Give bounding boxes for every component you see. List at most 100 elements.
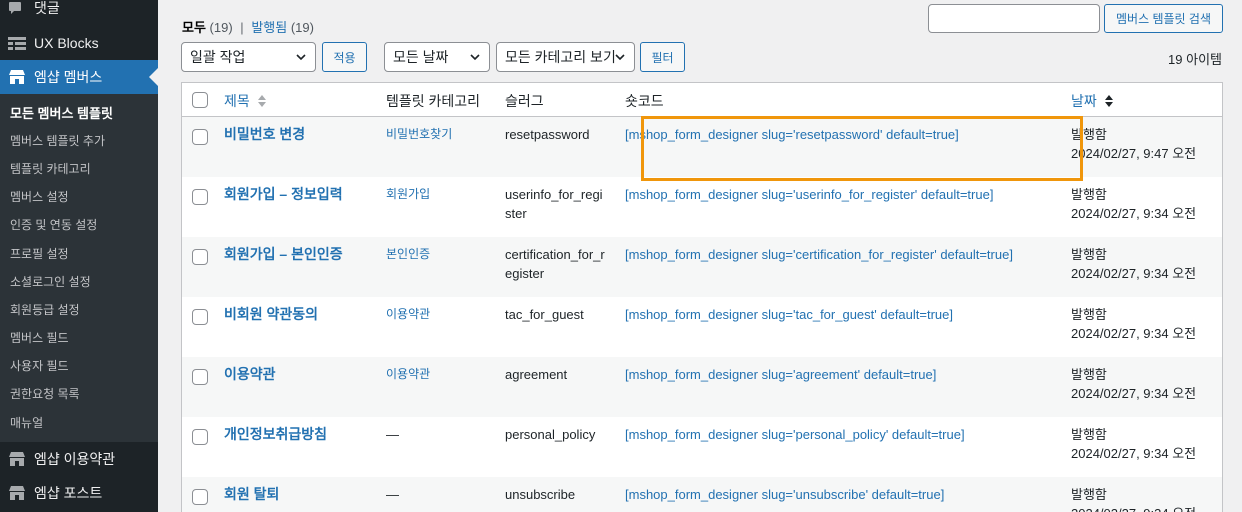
row-datetime: 2024/02/27, 9:47 오전 xyxy=(1071,146,1197,161)
admin-sidebar: 댓글 UX Blocks 엠샵 멤버스 모든 멤버스 템플릿 멤버스 템플릿 추… xyxy=(0,0,158,512)
row-slug: unsubscribe xyxy=(505,487,576,502)
row-status: 발행함 xyxy=(1071,427,1107,442)
submenu-item[interactable]: 회원등급 설정 xyxy=(0,295,158,323)
submenu-item[interactable]: 소셜로그인 설정 xyxy=(0,267,158,295)
row-status: 발행함 xyxy=(1071,247,1107,262)
sort-desc-icon xyxy=(1104,95,1113,107)
row-slug: agreement xyxy=(505,367,568,382)
row-category-link[interactable]: 회원가입 xyxy=(386,185,430,204)
templates-table: 제목 템플릿 카테고리 슬러그 숏코드 날짜 비밀번호 변경 비밀번호찾기 re… xyxy=(181,82,1223,512)
sidebar-item-label: UX Blocks xyxy=(34,35,99,51)
submenu-item[interactable]: 사용자 필드 xyxy=(0,352,158,380)
row-datetime: 2024/02/27, 9:34 오전 xyxy=(1071,446,1197,461)
comment-icon xyxy=(8,1,22,15)
row-category-link[interactable]: 비밀번호찾기 xyxy=(386,125,452,144)
submenu-item[interactable]: 템플릿 카테고리 xyxy=(0,154,158,182)
row-shortcode: [mshop_form_designer slug='tac_for_guest… xyxy=(625,307,953,322)
row-category-link[interactable]: 이용약관 xyxy=(386,365,430,384)
filter-all-link[interactable]: 모두 (19) xyxy=(182,20,233,35)
row-date: 발행함 2024/02/27, 9:34 오전 xyxy=(1071,305,1196,343)
sidebar-item-comments[interactable]: 댓글 xyxy=(0,0,158,18)
shop-icon xyxy=(7,67,27,87)
row-checkbox[interactable] xyxy=(192,309,208,325)
date-filter-select[interactable]: 모든 날짜 xyxy=(384,42,490,72)
row-title-link[interactable]: 비밀번호 변경 xyxy=(224,125,305,144)
apply-button[interactable]: 적용 xyxy=(322,42,367,72)
filter-published-link[interactable]: 발행됨 (19) xyxy=(251,20,314,35)
row-date: 발행함 2024/02/27, 9:34 오전 xyxy=(1071,365,1196,403)
row-title-link[interactable]: 회원가입 – 본인인증 xyxy=(224,245,343,264)
submenu-item[interactable]: 멤버스 필드 xyxy=(0,324,158,352)
date-filter-value: 모든 날짜 xyxy=(393,49,449,65)
table-row: 비밀번호 변경 비밀번호찾기 resetpassword [mshop_form… xyxy=(182,117,1222,177)
sidebar-item-label: 엠샵 이용약관 xyxy=(34,451,116,468)
row-category-link[interactable]: 이용약관 xyxy=(386,305,430,324)
column-shortcode-header: 숏코드 xyxy=(625,93,664,109)
table-row: 비회원 약관동의 이용약관 tac_for_guest [mshop_form_… xyxy=(182,297,1222,357)
status-filter-links: 모두 (19) | 발행됨 (19) xyxy=(182,17,314,36)
row-title-link[interactable]: 회원 탈퇴 xyxy=(224,485,279,504)
table-row: 회원가입 – 본인인증 본인인증 certification_for_regis… xyxy=(182,237,1222,297)
shop-icon xyxy=(7,449,27,469)
sidebar-item-ux-blocks[interactable]: UX Blocks xyxy=(0,26,158,60)
table-row: 회원가입 – 정보입력 회원가입 userinfo_for_register [… xyxy=(182,177,1222,237)
row-shortcode: [mshop_form_designer slug='unsubscribe' … xyxy=(625,487,945,502)
bulk-action-select[interactable]: 일괄 작업 xyxy=(181,42,316,72)
table-icon xyxy=(7,33,27,53)
row-date: 발행함 2024/02/27, 9:34 오전 xyxy=(1071,425,1196,463)
row-checkbox[interactable] xyxy=(192,129,208,145)
column-date-label: 날짜 xyxy=(1071,93,1097,109)
submenu-item[interactable]: 프로필 설정 xyxy=(0,239,158,267)
select-all-checkbox[interactable] xyxy=(192,92,208,108)
sidebar-item-members[interactable]: 엠샵 멤버스 xyxy=(0,60,158,94)
filter-button[interactable]: 필터 xyxy=(640,42,685,72)
row-category-link[interactable]: 본인인증 xyxy=(386,245,430,264)
row-datetime: 2024/02/27, 9:34 오전 xyxy=(1071,206,1197,221)
sidebar-item-posts[interactable]: 엠샵 포스트 xyxy=(0,476,158,510)
column-slug-header: 슬러그 xyxy=(505,93,544,109)
bulk-action-value: 일괄 작업 xyxy=(190,49,246,65)
row-title-link[interactable]: 비회원 약관동의 xyxy=(224,305,318,324)
row-datetime: 2024/02/27, 9:34 오전 xyxy=(1071,326,1197,341)
row-checkbox[interactable] xyxy=(192,429,208,445)
members-submenu: 모든 멤버스 템플릿 멤버스 템플릿 추가 템플릿 카테고리 멤버스 설정 인증… xyxy=(0,94,158,443)
submenu-item[interactable]: 모든 멤버스 템플릿 xyxy=(0,98,158,126)
row-date: 발행함 2024/02/27, 9:47 오전 xyxy=(1071,125,1196,163)
column-title-label: 제목 xyxy=(224,93,250,109)
row-shortcode: [mshop_form_designer slug='agreement' de… xyxy=(625,367,937,382)
chevron-down-icon xyxy=(296,54,306,61)
submenu-item[interactable]: 매뉴얼 xyxy=(0,408,158,436)
sidebar-item-label: 댓글 xyxy=(34,0,60,16)
row-slug: personal_policy xyxy=(505,427,596,442)
search-input[interactable] xyxy=(928,4,1100,33)
row-datetime: 2024/02/27, 9:34 오전 xyxy=(1071,266,1197,281)
column-title-header[interactable]: 제목 xyxy=(224,91,267,111)
category-filter-select[interactable]: 모든 카테고리 보기 xyxy=(496,42,635,72)
row-status: 발행함 xyxy=(1071,187,1107,202)
row-title-link[interactable]: 이용약관 xyxy=(224,365,276,384)
sidebar-item-terms[interactable]: 엠샵 이용약관 xyxy=(0,442,158,476)
row-slug: resetpassword xyxy=(505,127,590,142)
row-checkbox[interactable] xyxy=(192,489,208,505)
category-filter-value: 모든 카테고리 보기 xyxy=(505,49,616,65)
table-row: 개인정보취급방침 — personal_policy [mshop_form_d… xyxy=(182,417,1222,477)
row-title-link[interactable]: 회원가입 – 정보입력 xyxy=(224,185,343,204)
row-category-empty: — xyxy=(386,487,399,502)
sort-icon xyxy=(257,95,266,107)
submenu-item[interactable]: 멤버스 템플릿 추가 xyxy=(0,126,158,154)
row-title-link[interactable]: 개인정보취급방침 xyxy=(224,425,327,444)
column-date-header[interactable]: 날짜 xyxy=(1071,91,1114,111)
row-checkbox[interactable] xyxy=(192,369,208,385)
row-shortcode: [mshop_form_designer slug='certification… xyxy=(625,247,1013,262)
submenu-item[interactable]: 멤버스 설정 xyxy=(0,183,158,211)
submenu-item[interactable]: 권한요청 목록 xyxy=(0,380,158,408)
row-datetime: 2024/02/27, 9:34 오전 xyxy=(1071,504,1196,512)
row-slug: userinfo_for_register xyxy=(505,187,603,221)
search-templates-button[interactable]: 멤버스 템플릿 검색 xyxy=(1104,4,1223,33)
table-row: 회원 탈퇴 — unsubscribe [mshop_form_designer… xyxy=(182,477,1222,512)
row-checkbox[interactable] xyxy=(192,189,208,205)
row-slug: tac_for_guest xyxy=(505,307,584,322)
row-checkbox[interactable] xyxy=(192,249,208,265)
main-content: 모두 (19) | 발행됨 (19) 멤버스 템플릿 검색 일괄 작업 적용 모… xyxy=(158,0,1242,512)
submenu-item[interactable]: 인증 및 연동 설정 xyxy=(0,211,158,239)
